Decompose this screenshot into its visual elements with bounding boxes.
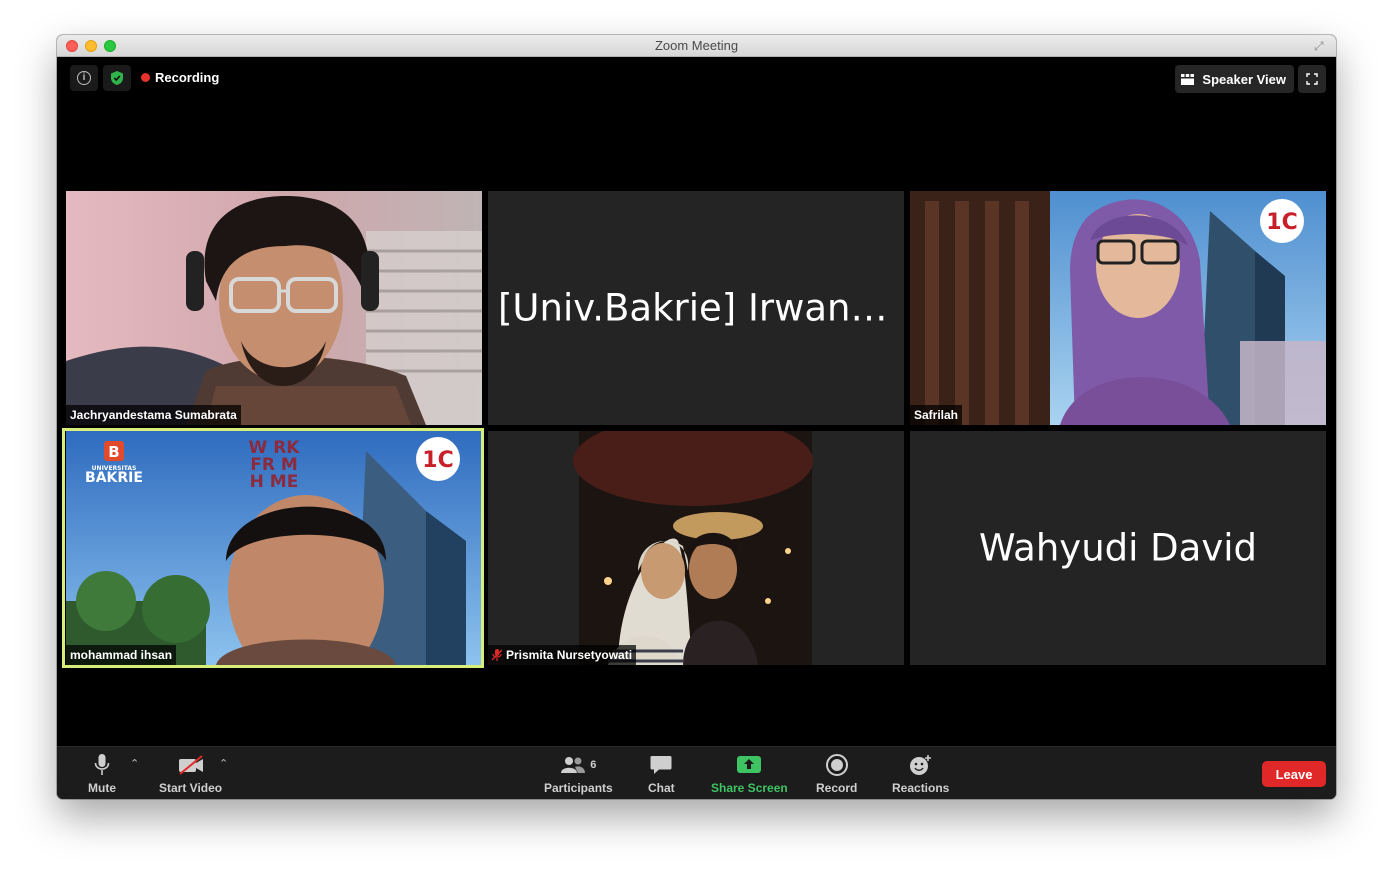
record-label: Record — [816, 781, 858, 795]
chat-label: Chat — [648, 781, 675, 795]
video-options-chevron-icon[interactable]: ⌃ — [219, 757, 228, 770]
start-video-label: Start Video — [159, 781, 223, 795]
video-tile-jachryandestama[interactable]: Jachryandestama Sumabrata — [66, 191, 482, 425]
share-screen-label: Share Screen — [711, 781, 788, 795]
participants-count: 6 — [590, 759, 597, 771]
participant-name: Jachryandestama Sumabrata — [66, 405, 241, 425]
info-icon: i — [77, 71, 91, 85]
svg-text:1C: 1C — [1266, 210, 1297, 235]
window-title: Zoom Meeting — [654, 38, 739, 53]
expand-icon[interactable]: ⤢ — [1314, 39, 1328, 53]
recording-dot-icon — [141, 73, 150, 82]
fullscreen-button[interactable] — [1298, 65, 1326, 93]
mute-button[interactable]: Mute — [88, 753, 116, 795]
participants-button[interactable]: 6 Participants — [544, 753, 613, 795]
meeting-info-button[interactable]: i — [70, 65, 98, 91]
reactions-smiley-icon — [909, 755, 931, 775]
zoom-window: Zoom Meeting ⤢ i Recording Speaker View — [57, 35, 1336, 799]
speaker-view-label: Speaker View — [1202, 71, 1286, 87]
meeting-controls-toolbar: Mute ⌃ Start Video ⌃ 6 Participants Chat… — [57, 746, 1336, 799]
reactions-button[interactable]: Reactions — [892, 753, 949, 795]
fullscreen-icon — [1306, 73, 1318, 85]
share-screen-icon — [737, 756, 762, 773]
security-shield-button[interactable] — [103, 65, 131, 91]
speaker-view-button[interactable]: Speaker View — [1175, 65, 1294, 93]
mute-label: Mute — [88, 781, 116, 795]
meeting-top-bar: i Recording Speaker View — [57, 57, 1336, 99]
record-icon — [825, 754, 848, 776]
video-camera-off-icon — [178, 755, 203, 775]
leave-meeting-button[interactable]: Leave — [1262, 761, 1326, 787]
audio-options-chevron-icon[interactable]: ⌃ — [130, 757, 139, 770]
video-tile-safrilah[interactable]: 1C Safrilah — [910, 191, 1326, 425]
grid-view-icon — [1181, 73, 1195, 85]
participant-display-name: [Univ.Bakrie] Irwan Pr… — [498, 286, 904, 330]
mic-muted-icon — [492, 649, 502, 661]
chat-bubble-icon — [650, 756, 672, 774]
shield-icon — [111, 71, 123, 85]
participants-icon — [561, 757, 586, 773]
participant-video — [66, 191, 482, 425]
participant-name-bar: Prismita Nursetyowati — [488, 645, 637, 665]
title-bar: Zoom Meeting ⤢ — [57, 35, 1336, 57]
start-video-button[interactable]: Start Video — [159, 753, 222, 795]
recording-indicator: Recording — [141, 70, 219, 85]
microphone-icon — [94, 754, 110, 775]
recording-label: Recording — [155, 70, 220, 85]
active-speaker-border — [62, 428, 484, 668]
share-screen-button[interactable]: Share Screen — [711, 753, 788, 795]
video-tile-wahyudi-david[interactable]: Wahyudi David — [910, 431, 1326, 665]
participant-display-name: Wahyudi David — [978, 526, 1258, 570]
participant-video: 1C — [910, 191, 1326, 425]
participant-name: Prismita Nursetyowati — [506, 648, 633, 662]
video-tile-irwan[interactable]: [Univ.Bakrie] Irwan Pr… — [488, 191, 904, 425]
participant-video — [488, 431, 904, 665]
reactions-label: Reactions — [892, 781, 950, 795]
video-tile-prismita[interactable]: Prismita Nursetyowati — [488, 431, 904, 665]
record-button[interactable]: Record — [816, 753, 857, 795]
chat-button[interactable]: Chat — [648, 753, 675, 795]
participants-label: Participants — [544, 781, 613, 795]
participant-name: Safrilah — [910, 405, 963, 425]
